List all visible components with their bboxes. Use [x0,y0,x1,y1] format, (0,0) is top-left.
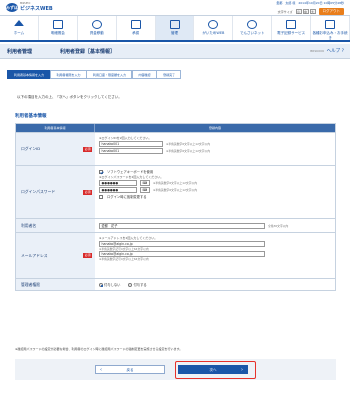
login-id-note: ※ログインIDを2回入力してください。 [99,136,152,140]
user-info-table: 利用者基本情報 登録内容 ログインID 必須 ※ログインIDを2回入力してください… [15,123,336,291]
login-password-note: ※ログインパスワードを2回入力してください。 [99,175,164,179]
help-icon: ? [341,49,344,54]
nav-foreign[interactable]: がいためWEB [194,16,234,40]
intro-text: 以下の項目を入力の上、「次へ」ボタンをクリックしてください。 [17,95,122,99]
user-name-label: 利用者名 [16,219,95,232]
section-title: 利用者管理 [7,49,33,55]
table-header: 利用者基本情報 登録内容 [16,124,335,132]
nav-approval[interactable]: 承認 [117,16,156,40]
transfer-icon [91,20,102,29]
logout-button[interactable]: ログアウト [318,8,344,15]
login-password-cell: ソフトウェアキーボードを使用 ※ログインパスワードを2回入力してください。 ●●… [95,166,335,218]
required-badge: 必須 [83,146,92,152]
software-keyboard-label: ソフトウェアキーボードを使用 [107,170,154,174]
email-hint-2: ※半角英数字記号4文字以上64文字以内 [99,257,149,261]
login-id-hint-2: ※半角英数字6文字以上12文字以内 [166,149,211,153]
brand-logo: みずほ MIZUHO ビジネスWEB [6,2,53,12]
page-heading: 利用者管理 利用者登録［基本情報］ BRSK006 ヘルプ ? [0,44,350,59]
nav-transfer[interactable]: 資金移動 [78,16,117,40]
global-nav: ホーム 明細照会 資金移動 承認 管理 がいためWEB でんさいネット 電子記録… [0,15,350,42]
user-line: 愛都 太郎 様 2014年10月20日 10時05分48秒 [276,1,344,5]
step-2: 利用者権限を入力 [49,70,87,79]
apply-icon [325,20,336,29]
brand-sub: MIZUHO [20,2,31,5]
login-id-hint-1: ※半角英数字6文字以上12文字以内 [166,142,211,146]
email-label: メールアドレス 必須 [16,233,95,278]
email-cell: ※メールアドレスを2回入力してください。 hanako@aigin.co.jp … [95,233,335,278]
step-1: 利用者基本情報を入力 [7,70,51,79]
nav-admin[interactable]: 管理 [155,16,195,40]
step-3: 利用口座・限度額を入力 [86,70,133,79]
software-keyboard-checkbox[interactable] [99,169,103,174]
keyboard-icon[interactable]: ⌨ [140,187,150,193]
col-label-header: 利用者基本情報 [16,124,95,132]
required-badge: 必須 [83,189,92,195]
brand-mark: みずほ [6,2,18,12]
back-button[interactable]: 戻る [95,365,165,375]
brand-name: MIZUHO ビジネスWEB [20,2,53,12]
header-tools: 文字サイズ 小 中 大 ログアウト [278,8,344,15]
radio-no[interactable] [99,283,103,287]
admin-option-no[interactable]: 付与しない [99,282,120,287]
login-password-input[interactable]: ●●●●●● [99,180,137,186]
row-login-id: ログインID 必須 ※ログインIDを2回入力してください。 hanako001 ※半… [16,132,335,165]
radio-yes[interactable] [128,283,133,287]
col-value-header: 登録内容 [208,126,221,130]
login-id-cell: ※ログインIDを2回入力してください。 hanako001 ※半角英数字6文字以上… [95,133,335,165]
approval-icon [130,20,141,29]
foreign-icon [208,20,219,29]
nav-densai[interactable]: でんさいネット [233,16,273,40]
nav-statement[interactable]: 明細照会 [39,16,78,40]
nav-home[interactable]: ホーム [0,16,39,40]
admin-label: 管理者権限 [16,279,95,290]
section-heading: 利用者基本情報 [15,114,47,119]
screen-id: BRSK006 [310,49,324,53]
footer-note: ※確認用パスワードの設定が必要な場合、利用者のログイン時に確認用パスワードの強制… [15,347,183,351]
row-email: メールアドレス 必須 ※メールアドレスを2回入力してください。 hanako@ai… [16,232,335,278]
step-5: 登録完了 [156,70,182,79]
required-badge: 必須 [83,253,92,258]
login-id-input[interactable]: hanako001 [99,141,163,147]
user-info: 愛都 太郎 様 2014年10月20日 10時05分48秒 [276,1,344,5]
nav-record[interactable]: 電子記録サービス [272,16,312,40]
step-4: 内容確認 [131,70,157,79]
statement-icon [52,20,63,29]
user-name-cell: 愛都 花子 全角30文字以内 [95,219,335,232]
login-password-hint-1: ※半角英数字6文字以上12文字以内 [153,181,198,185]
admin-cell: 付与しない 付与する [95,279,335,290]
font-size-switcher: 小 中 大 [295,9,316,14]
login-password-confirm-input[interactable]: ●●●●●● [99,187,137,193]
font-size-large[interactable]: 大 [309,9,316,14]
login-id-label: ログインID 必須 [16,133,95,165]
row-admin: 管理者権限 付与しない 付与する [16,278,335,290]
user-name-hint: 全角30文字以内 [268,223,289,228]
page-title: 利用者登録［基本情報］ [60,49,116,55]
force-change-label: ログイン時に強制変更する [107,195,147,199]
record-icon [286,20,297,29]
row-login-password: ログインパスワード 必須 ソフトウェアキーボードを使用 ※ログインパスワードを2回… [16,165,335,218]
admin-icon [169,20,180,29]
user-name-input[interactable]: 愛都 花子 [99,222,265,229]
nav-apply[interactable]: 各種お申込み・お手続き [311,16,350,40]
login-id-confirm-input[interactable]: hanako001 [99,148,163,154]
email-note: ※メールアドレスを2回入力してください。 [99,236,158,240]
help-link[interactable]: ヘルプ ? [327,48,344,54]
header: みずほ MIZUHO ビジネスWEB 愛都 太郎 様 2014年10月20日 1… [0,0,350,15]
step-indicator: 利用者基本情報を入力 利用者権限を入力 利用口座・限度額を入力 内容確認 登録完… [7,70,182,79]
admin-option-yes[interactable]: 付与する [128,282,147,287]
login-password-hint-2: ※半角英数字6文字以上12文字以内 [153,188,198,192]
login-password-label: ログインパスワード 必須 [16,166,95,218]
home-icon [13,20,24,26]
force-change-checkbox[interactable] [99,194,103,199]
font-size-small[interactable]: 小 [295,9,302,14]
keyboard-icon[interactable]: ⌨ [140,180,150,186]
highlight-frame [175,361,256,379]
font-size-label: 文字サイズ [277,9,293,14]
densai-icon [247,20,258,29]
font-size-medium[interactable]: 中 [302,9,309,14]
row-user-name: 利用者名 愛都 花子 全角30文字以内 [16,218,335,232]
